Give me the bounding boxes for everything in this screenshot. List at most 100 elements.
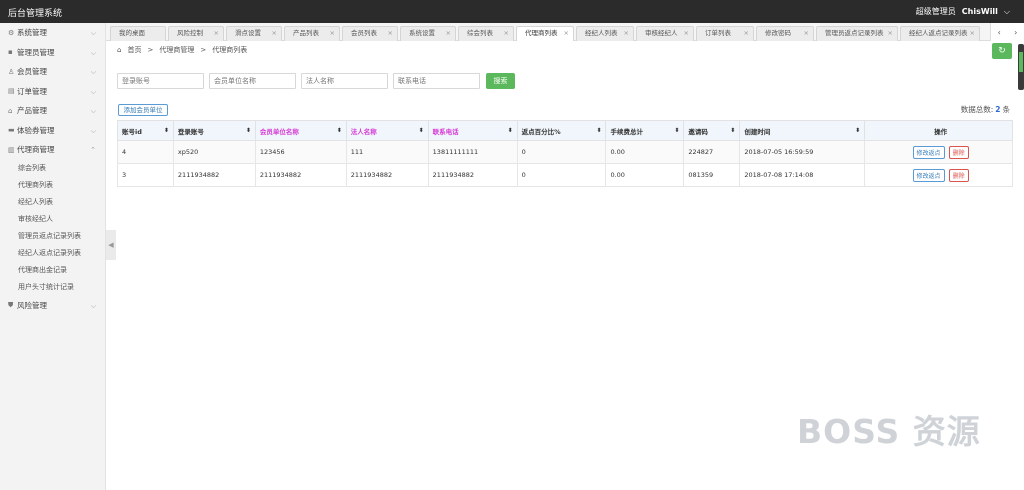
login-account-input[interactable] xyxy=(117,73,204,89)
column-header[interactable]: 联系电话 ⬍ xyxy=(427,120,518,141)
table-cell: 111 xyxy=(345,140,429,164)
table-cell: 2111934882 xyxy=(254,163,347,187)
sidebar-item-1[interactable]: ▪ 管理员管理 ⌵ xyxy=(0,43,105,63)
close-icon[interactable]: × xyxy=(214,27,219,40)
column-header[interactable]: 邀请码 ⬍ xyxy=(683,120,741,141)
sidebar-item-0[interactable]: ⚙ 系统管理 ⌵ xyxy=(0,23,105,43)
scrollbar[interactable] xyxy=(1018,44,1024,90)
close-icon[interactable]: × xyxy=(388,27,393,40)
sort-icon[interactable]: ⬍ xyxy=(674,127,679,134)
close-icon[interactable]: × xyxy=(504,27,509,40)
tab-label: 经纪人列表 xyxy=(585,29,618,37)
close-icon[interactable]: × xyxy=(624,27,629,40)
tab[interactable]: 会员列表 × xyxy=(342,26,398,41)
tab[interactable]: 滑点设置 × xyxy=(226,26,282,41)
table-cell: 224827 xyxy=(683,140,741,164)
edit-rebate-button[interactable]: 修改返点 xyxy=(912,145,945,159)
refresh-icon: ↻ xyxy=(998,46,1006,56)
user-menu[interactable]: 超级管理员 ChisWill ⌵ xyxy=(916,6,1010,17)
add-member-unit-button[interactable]: 添加会员单位 xyxy=(118,104,168,116)
close-icon[interactable]: × xyxy=(744,27,749,40)
tab[interactable]: 经纪人列表 × xyxy=(576,26,634,41)
sidebar-item-3[interactable]: ▤ 订单管理 ⌵ xyxy=(0,82,105,102)
legal-person-input[interactable] xyxy=(301,73,388,89)
column-header[interactable]: 返点百分比% ⬍ xyxy=(516,120,607,141)
submenu-item[interactable]: 代理商出金记录 xyxy=(0,262,105,279)
sort-icon[interactable]: ⬍ xyxy=(596,127,601,134)
close-icon[interactable]: × xyxy=(330,27,335,40)
user-name[interactable]: ChisWill xyxy=(962,7,998,16)
tab-label: 我的桌面 xyxy=(119,29,145,37)
close-icon[interactable]: × xyxy=(970,27,975,40)
sidebar-item-label: 体验券管理 xyxy=(17,125,55,135)
close-icon[interactable]: × xyxy=(564,27,569,40)
tab[interactable]: 产品列表 × xyxy=(284,26,340,41)
sidebar-collapse-handle[interactable]: ◀ xyxy=(106,230,116,260)
table-cell: 13811111111 xyxy=(427,140,518,164)
submenu-item[interactable]: 经纪人返点记录列表 xyxy=(0,245,105,262)
tab[interactable]: 综会列表 × xyxy=(458,26,514,41)
delete-button[interactable]: 删除 xyxy=(948,168,969,182)
edit-rebate-button[interactable]: 修改返点 xyxy=(912,168,945,182)
column-header[interactable]: 登录账号 ⬍ xyxy=(172,120,256,141)
sidebar-item-2[interactable]: ♙ 会员管理 ⌵ xyxy=(0,62,105,82)
row-actions: 修改返点 删除 xyxy=(864,163,1013,187)
search-button[interactable]: 搜索 xyxy=(486,73,515,89)
chevron-right-icon[interactable]: › xyxy=(1014,28,1017,37)
phone-input[interactable] xyxy=(393,73,480,89)
sidebar-item-6[interactable]: ▥ 代理商管理 ⌃ xyxy=(0,140,105,160)
tab-label: 风险控制 xyxy=(177,29,203,37)
submenu-item[interactable]: 管理员返点记录列表 xyxy=(0,228,105,245)
tab[interactable]: 我的桌面 xyxy=(110,26,166,41)
table-cell: 2111934882 xyxy=(345,163,429,187)
tab[interactable]: 风险控制 × xyxy=(168,26,224,41)
tab[interactable]: 系统设置 × xyxy=(400,26,456,41)
sidebar-item-risk[interactable]: ⛊ 风险管理 ⌵ xyxy=(0,296,105,316)
close-icon[interactable]: × xyxy=(804,27,809,40)
close-icon[interactable]: × xyxy=(272,27,277,40)
refresh-button[interactable]: ↻ xyxy=(992,43,1012,59)
member-unit-name-input[interactable] xyxy=(209,73,296,89)
submenu-item[interactable]: 综会列表 xyxy=(0,160,105,177)
sidebar-item-label: 管理员管理 xyxy=(17,47,55,57)
sidebar-item-label: 产品管理 xyxy=(17,106,47,116)
sort-icon[interactable]: ⬍ xyxy=(855,127,860,134)
tab[interactable]: 订单列表 × xyxy=(696,26,754,41)
tab[interactable]: 审核经纪人 × xyxy=(636,26,694,41)
column-header[interactable]: 账号id ⬍ xyxy=(117,120,174,141)
sort-icon[interactable]: ⬍ xyxy=(337,127,342,134)
delete-button[interactable]: 删除 xyxy=(948,145,969,159)
sort-icon[interactable]: ⬍ xyxy=(419,127,424,134)
chevron-down-icon[interactable]: ⌵ xyxy=(1004,7,1010,17)
tab[interactable]: 修改密码 × xyxy=(756,26,814,41)
column-header[interactable]: 手续费总计 ⬍ xyxy=(605,120,685,141)
close-icon[interactable]: × xyxy=(888,27,893,40)
breadcrumb-separator: > xyxy=(147,46,154,54)
tab[interactable]: 管理员返点记录列表 × xyxy=(816,26,898,41)
sort-icon[interactable]: ⬍ xyxy=(246,127,251,134)
column-header[interactable]: 会员单位名称 ⬍ xyxy=(254,120,347,141)
submenu-item[interactable]: 用户头寸统计记录 xyxy=(0,279,105,296)
column-header-label: 账号id xyxy=(122,127,142,136)
order-icon: ▤ xyxy=(8,87,15,96)
breadcrumb-agent-mgmt[interactable]: 代理商管理 xyxy=(159,45,194,55)
submenu-item[interactable]: 代理商列表 xyxy=(0,177,105,194)
column-header[interactable]: 创建时间 ⬍ xyxy=(739,120,866,141)
sort-icon[interactable]: ⬍ xyxy=(164,127,169,134)
sidebar-item-4[interactable]: ⌂ 产品管理 ⌵ xyxy=(0,101,105,121)
close-icon[interactable]: × xyxy=(446,27,451,40)
tab-label: 综会列表 xyxy=(467,29,493,37)
table-cell: 3 xyxy=(117,163,174,187)
submenu-item[interactable]: 经纪人列表 xyxy=(0,194,105,211)
tab[interactable]: 代理商列表 × xyxy=(516,26,574,41)
tab[interactable]: 经纪人返点记录列表 × xyxy=(900,26,980,41)
submenu-item[interactable]: 审核经纪人 xyxy=(0,211,105,228)
close-icon[interactable]: × xyxy=(684,27,689,40)
column-header[interactable]: 法人名称 ⬍ xyxy=(345,120,429,141)
breadcrumb-home[interactable]: 首页 xyxy=(127,45,141,55)
column-header-label: 会员单位名称 xyxy=(259,127,299,136)
sort-icon[interactable]: ⬍ xyxy=(730,127,735,134)
sort-icon[interactable]: ⬍ xyxy=(508,127,513,134)
chevron-left-icon[interactable]: ‹ xyxy=(998,28,1001,37)
sidebar-item-5[interactable]: ▬ 体验券管理 ⌵ xyxy=(0,121,105,141)
